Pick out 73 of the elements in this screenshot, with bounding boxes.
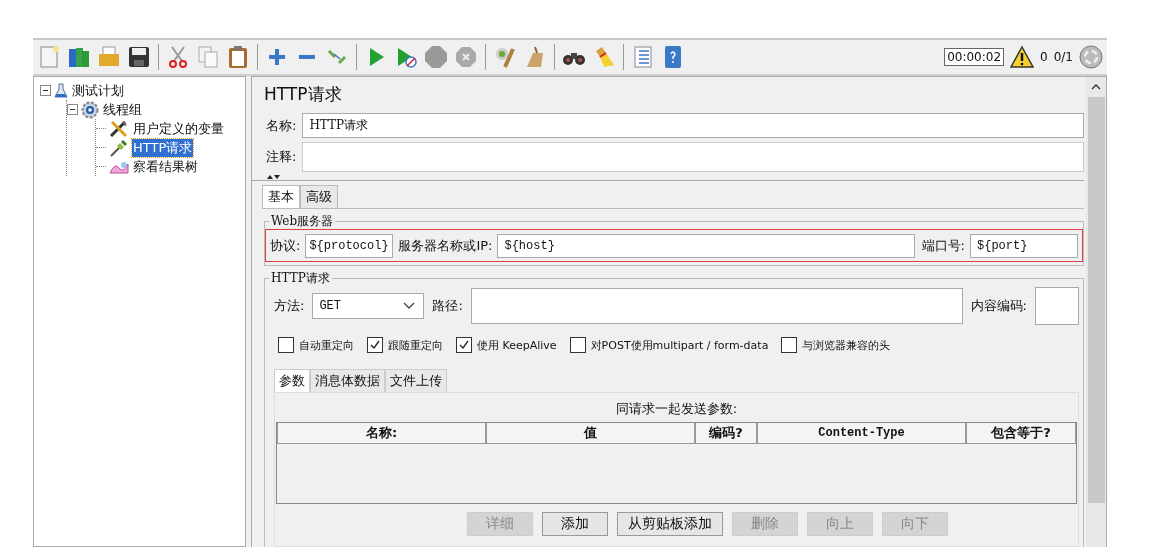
checkbox-label: 与浏览器兼容的头 [802,337,891,353]
warning-icon[interactable] [1010,45,1035,69]
tab[interactable]: 参数 [274,369,310,392]
column-header[interactable]: 编码? [695,423,757,444]
action-button[interactable]: 从剪贴板添加 [617,512,723,536]
checkbox[interactable] [781,337,798,353]
tree-item[interactable]: HTTP请求 [132,138,194,157]
scrollbar[interactable] [1086,77,1106,547]
tree-item[interactable]: 测试计划 [71,81,125,100]
chevron-down-icon [403,302,416,310]
encoding-label: 内容编码: [970,297,1027,315]
path-field[interactable] [470,288,963,324]
checkbox[interactable] [456,337,472,353]
checkbox-label: 对POST使用multipart / form-data [590,337,769,353]
tab[interactable]: 高级 [300,185,338,208]
paste-icon[interactable] [226,45,250,69]
method-dropdown[interactable]: GET [312,293,425,319]
column-header[interactable]: Content-Type [757,423,966,444]
tools-icon [109,119,129,138]
flask-icon [54,82,68,99]
collapse-toggle[interactable] [67,104,78,115]
group-legend: Web服务器 [269,213,336,230]
port-label: 端口号: [921,236,965,255]
stop-icon[interactable] [424,45,448,69]
column-header[interactable]: 值 [486,423,695,444]
collapse-toggle[interactable] [40,85,51,96]
table-caption: 同请求一起发送参数: [614,400,739,418]
checkbox-label: 跟随重定向 [388,337,443,353]
list-icon[interactable] [631,45,655,69]
checkbox-label: 使用 KeepAlive [477,337,557,353]
save-icon[interactable] [127,45,151,69]
tree-item[interactable]: 察看结果树 [132,157,199,176]
host-field[interactable]: ${host} [497,233,915,258]
encoding-field[interactable] [1035,287,1079,325]
column-header[interactable]: 名称: [277,423,486,444]
gear-icon [81,100,99,119]
chart-icon [109,159,129,174]
tab[interactable]: 消息体数据 [310,369,385,392]
action-button[interactable]: 添加 [542,512,608,536]
comment-label: 注释: [266,148,297,166]
clear-icon[interactable] [493,45,517,69]
tree-item[interactable]: 线程组 [102,100,143,119]
group-legend: HTTP请求 [269,270,332,287]
pipette-icon [109,137,129,158]
shutdown-icon[interactable] [454,45,478,69]
name-label: 名称: [266,116,297,135]
comment-field[interactable] [302,142,1084,172]
checkbox-label: 自动重定向 [299,337,354,353]
remote-icon[interactable] [1079,45,1103,69]
tree-item[interactable]: 用户定义的变量 [132,119,225,138]
protocol-field[interactable]: ${protocol} [305,233,394,258]
tab[interactable]: 基本 [262,185,300,208]
host-label: 服务器名称或IP: [398,236,493,255]
warning-count: 0 [1040,50,1048,64]
scroll-up-icon[interactable] [1091,83,1101,91]
protocol-label: 协议: [270,236,301,255]
checkbox[interactable] [278,337,294,353]
column-header[interactable]: 包含等于? [966,423,1076,444]
splitter-arrows-icon[interactable] [266,174,280,180]
folder-icon[interactable] [97,45,121,69]
templates-icon[interactable] [67,45,91,69]
scroll-thumb[interactable] [1087,97,1105,503]
elapsed-time: 00:00:02 [944,48,1005,66]
checkbox[interactable] [367,337,383,353]
tab[interactable]: 文件上传 [385,369,447,392]
method-label: 方法: [274,297,305,315]
port-field[interactable]: ${port} [970,233,1078,258]
checkbox[interactable] [569,337,586,353]
path-label: 路径: [432,297,463,315]
cut-icon[interactable] [166,45,190,69]
panel-title: HTTP请求 [264,83,343,106]
thread-count: 0/1 [1053,50,1073,64]
name-field[interactable]: HTTP请求 [302,113,1084,138]
